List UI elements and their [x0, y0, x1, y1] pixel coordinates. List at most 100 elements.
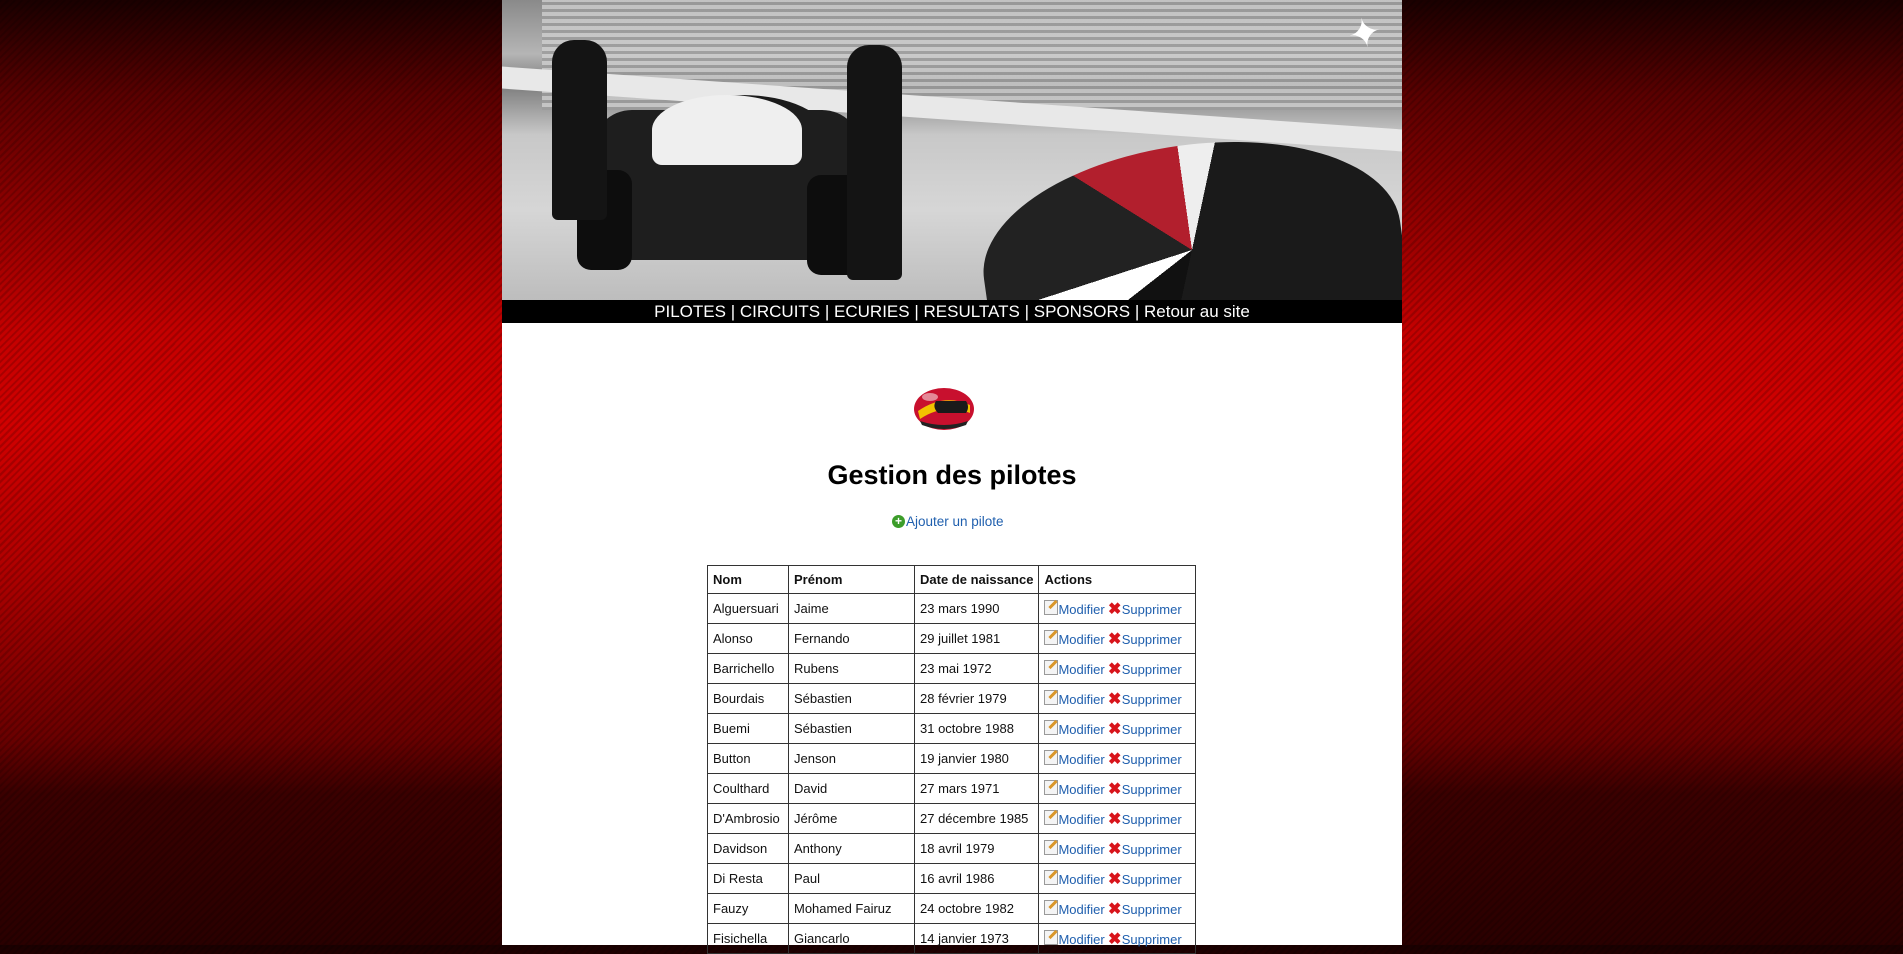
table-row: D'Ambrosio Jérôme 27 décembre 1985 Modifier…	[707, 803, 1197, 834]
modifier-link[interactable]: Modifier	[1058, 842, 1104, 857]
cell-actions: Modifier ✖Supprimer	[1038, 593, 1197, 624]
supprimer-link[interactable]: Supprimer	[1122, 812, 1182, 827]
edit-icon	[1044, 900, 1059, 915]
cell-nom: Barrichello	[707, 653, 789, 684]
edit-icon	[1044, 750, 1059, 765]
cell-actions: Modifier ✖Supprimer	[1038, 803, 1197, 834]
nav-ecuries[interactable]: ECURIES	[834, 302, 910, 321]
cell-prenom: Giancarlo	[788, 923, 915, 954]
cell-date-naissance: 18 avril 1979	[913, 833, 1040, 864]
modifier-link[interactable]: Modifier	[1058, 692, 1104, 707]
table-row: Button Jenson 19 janvier 1980 Modifier ✖Supp…	[707, 743, 1197, 774]
edit-icon	[1044, 780, 1059, 795]
add-pilot-link[interactable]: + Ajouter un pilote	[892, 514, 1004, 529]
table-row: Alguersuari Jaime 23 mars 1990 Modifier ✖Sup…	[707, 593, 1197, 624]
cell-actions: Modifier ✖Supprimer	[1038, 683, 1197, 714]
nav-separator: |	[730, 302, 736, 321]
supprimer-link[interactable]: Supprimer	[1122, 632, 1182, 647]
helmet-icon	[914, 388, 974, 430]
nav-separator: |	[1134, 302, 1140, 321]
nav-separator: |	[914, 302, 919, 321]
modifier-link[interactable]: Modifier	[1058, 752, 1104, 767]
cell-date-naissance: 16 avril 1986	[913, 863, 1040, 894]
modifier-link[interactable]: Modifier	[1058, 812, 1104, 827]
pilots-table: Nom Prénom Date de naissance Actions Alg…	[707, 565, 1197, 954]
delete-icon: ✖	[1108, 871, 1122, 888]
cell-nom: Buemi	[707, 713, 789, 744]
table-row: Davidson Anthony 18 avril 1979 Modifier ✖Sup…	[707, 833, 1197, 864]
delete-icon: ✖	[1108, 781, 1122, 798]
supprimer-link[interactable]: Supprimer	[1122, 782, 1182, 797]
nav-circuits[interactable]: CIRCUITS	[740, 302, 820, 321]
mechanic-left	[552, 40, 607, 220]
delete-icon: ✖	[1108, 751, 1122, 768]
page-title: Gestion des pilotes	[827, 460, 1077, 490]
supprimer-link[interactable]: Supprimer	[1122, 602, 1182, 617]
delete-icon: ✖	[1108, 631, 1122, 648]
cell-date-naissance: 29 juillet 1981	[913, 623, 1040, 654]
cell-prenom: Fernando	[788, 623, 915, 654]
cell-nom: Alguersuari	[707, 593, 789, 624]
cell-prenom: Paul	[788, 863, 915, 894]
delete-icon: ✖	[1108, 601, 1122, 618]
header-nom: Nom	[707, 565, 789, 594]
cell-prenom: Sébastien	[788, 713, 915, 744]
cell-actions: Modifier ✖Supprimer	[1038, 713, 1197, 744]
race-car-nose	[652, 95, 802, 165]
nav-separator: |	[824, 302, 830, 321]
cell-actions: Modifier ✖Supprimer	[1038, 893, 1197, 924]
cell-date-naissance: 19 janvier 1980	[913, 743, 1040, 774]
edit-icon	[1044, 660, 1059, 675]
table-row: Bourdais Sébastien 28 février 1979 Modifier…	[707, 683, 1197, 714]
cell-date-naissance: 31 octobre 1988	[913, 713, 1040, 744]
table-row: Fisichella Giancarlo 14 janvier 1973 Modifi…	[707, 923, 1197, 954]
cell-prenom: Rubens	[788, 653, 915, 684]
header-banner-image: ✦	[502, 0, 1402, 300]
nav-resultats[interactable]: RESULTATS	[924, 302, 1020, 321]
nav-pilotes[interactable]: PILOTES	[654, 302, 726, 321]
cell-nom: Alonso	[707, 623, 789, 654]
supprimer-link[interactable]: Supprimer	[1122, 752, 1182, 767]
header-date-naissance: Date de naissance	[913, 565, 1040, 594]
header-prenom: Prénom	[788, 565, 915, 594]
supprimer-link[interactable]: Supprimer	[1122, 902, 1182, 917]
supprimer-link[interactable]: Supprimer	[1122, 872, 1182, 887]
cell-actions: Modifier ✖Supprimer	[1038, 653, 1197, 684]
cell-prenom: Mohamed Fairuz	[788, 893, 915, 924]
table-header-row: Nom Prénom Date de naissance Actions	[707, 565, 1197, 594]
table-row: Di Resta Paul 16 avril 1986 Modifier ✖Suppri…	[707, 863, 1197, 894]
modifier-link[interactable]: Modifier	[1058, 872, 1104, 887]
cell-prenom: Jenson	[788, 743, 915, 774]
cell-actions: Modifier ✖Supprimer	[1038, 743, 1197, 774]
delete-icon: ✖	[1108, 901, 1122, 918]
cell-actions: Modifier ✖Supprimer	[1038, 773, 1197, 804]
cell-nom: Button	[707, 743, 789, 774]
modifier-link[interactable]: Modifier	[1058, 902, 1104, 917]
edit-icon	[1044, 630, 1059, 645]
supprimer-link[interactable]: Supprimer	[1122, 842, 1182, 857]
edit-icon	[1044, 840, 1059, 855]
main-nav: PILOTES | CIRCUITS | ECURIES | RESULTATS…	[502, 300, 1402, 323]
supprimer-link[interactable]: Supprimer	[1122, 722, 1182, 737]
cell-prenom: Anthony	[788, 833, 915, 864]
edit-icon	[1044, 930, 1059, 945]
supprimer-link[interactable]: Supprimer	[1122, 692, 1182, 707]
table-row: Coulthard David 27 mars 1971 Modifier ✖Suppr…	[707, 773, 1197, 804]
cell-prenom: Jérôme	[788, 803, 915, 834]
cell-nom: Coulthard	[707, 773, 789, 804]
nav-separator: |	[1024, 302, 1030, 321]
delete-icon: ✖	[1108, 841, 1122, 858]
modifier-link[interactable]: Modifier	[1058, 782, 1104, 797]
modifier-link[interactable]: Modifier	[1058, 602, 1104, 617]
edit-icon	[1044, 870, 1059, 885]
modifier-link[interactable]: Modifier	[1058, 632, 1104, 647]
delete-icon: ✖	[1108, 661, 1122, 678]
table-row: Barrichello Rubens 23 mai 1972 Modifier ✖Sup…	[707, 653, 1197, 684]
supprimer-link[interactable]: Supprimer	[1122, 662, 1182, 677]
table-row: Buemi Sébastien 31 octobre 1988 Modifier ✖Su…	[707, 713, 1197, 744]
nav-sponsors[interactable]: SPONSORS	[1034, 302, 1130, 321]
add-pilot-label: Ajouter un pilote	[906, 514, 1004, 529]
modifier-link[interactable]: Modifier	[1058, 722, 1104, 737]
modifier-link[interactable]: Modifier	[1058, 662, 1104, 677]
nav-retour-au-site[interactable]: Retour au site	[1144, 302, 1250, 321]
